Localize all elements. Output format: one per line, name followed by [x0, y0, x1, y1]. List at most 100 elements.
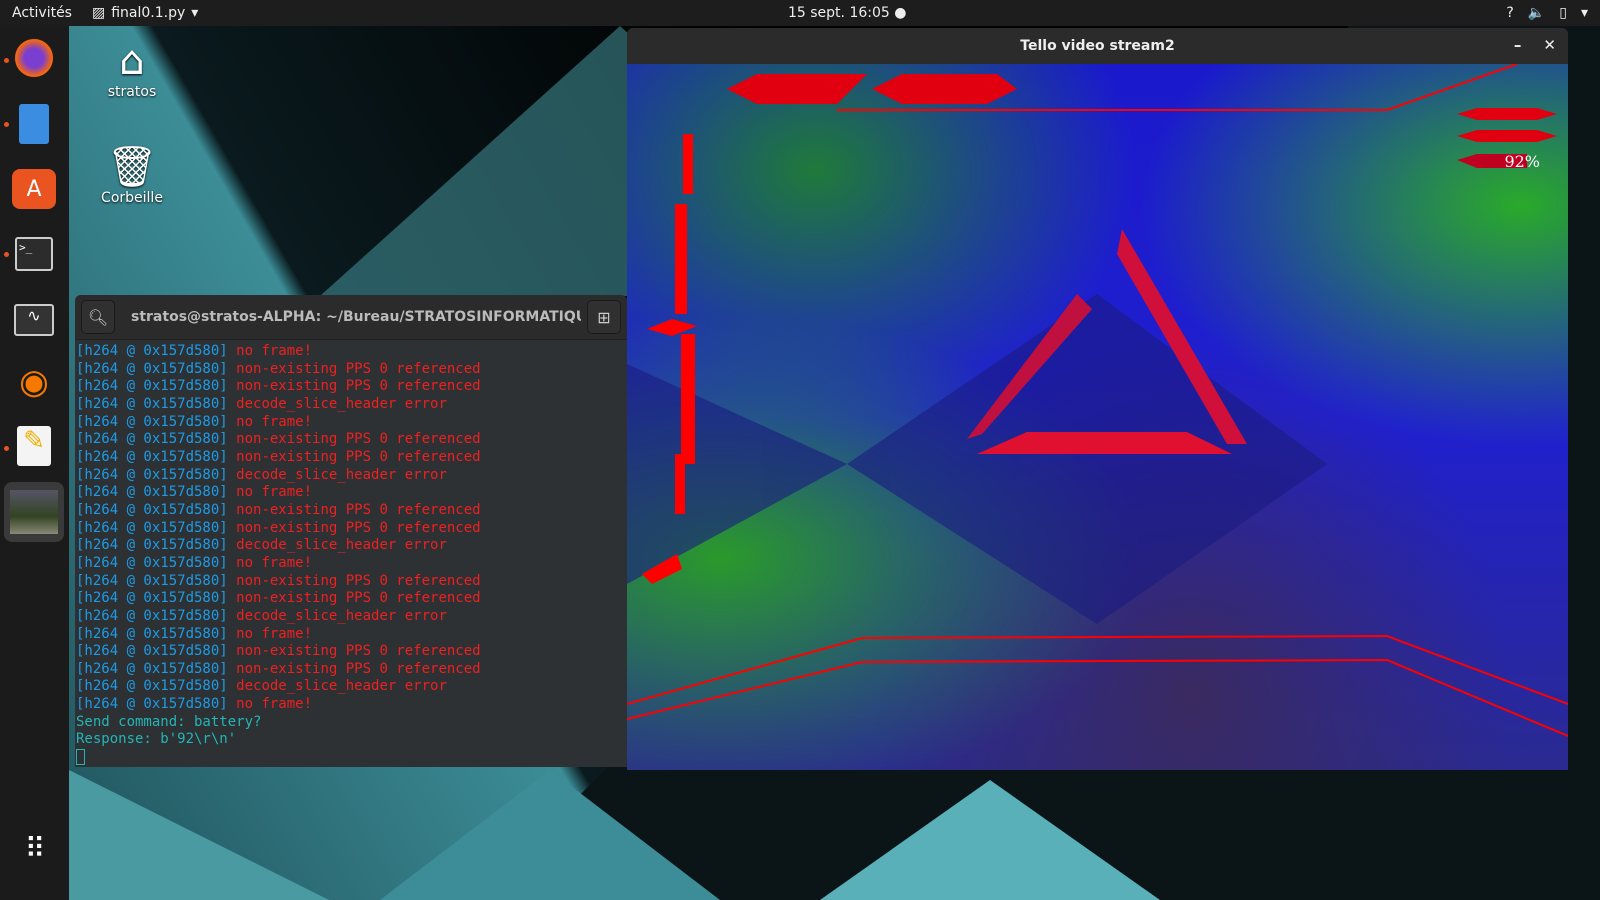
chevron-down-icon: ▾: [191, 5, 199, 21]
log-prefix: [h264 @ 0x157d580]: [76, 590, 228, 607]
hud-left-gauge: [681, 334, 695, 464]
hud-overlay: [627, 64, 1568, 737]
send-command-line: Send command: battery?: [76, 713, 262, 730]
clock[interactable]: 15 sept. 16:05 ●: [788, 5, 906, 21]
terminal-line: [h264 @ 0x157d580] decode_slice_header e…: [76, 537, 626, 555]
log-message: non-existing PPS 0 referenced: [236, 501, 481, 518]
terminal-line: [h264 @ 0x157d580] non-existing PPS 0 re…: [76, 661, 626, 679]
software-center-icon[interactable]: A: [12, 169, 56, 209]
log-prefix: [h264 @ 0x157d580]: [76, 360, 228, 377]
log-prefix: [h264 @ 0x157d580]: [76, 537, 228, 554]
app-menu[interactable]: ▨ final0.1.py ▾: [92, 5, 198, 21]
search-icon: 🔍︎: [87, 307, 109, 327]
log-prefix: [h264 @ 0x157d580]: [76, 431, 228, 448]
log-message: no frame!: [236, 696, 313, 713]
activities-button[interactable]: Activités: [12, 5, 72, 21]
hud-left-gauge: [675, 204, 687, 314]
wifi-icon: ?: [1506, 5, 1514, 21]
shadow-shape: [847, 294, 1327, 624]
new-tab-icon: ⊞: [597, 307, 611, 327]
terminal-line: [h264 @ 0x157d580] no frame!: [76, 626, 626, 644]
log-message: non-existing PPS 0 referenced: [236, 660, 481, 677]
terminal-line: [h264 @ 0x157d580] decode_slice_header e…: [76, 608, 626, 626]
log-message: non-existing PPS 0 referenced: [236, 572, 481, 589]
hud-right-bar: [1457, 130, 1557, 142]
log-prefix: [h264 @ 0x157d580]: [76, 643, 228, 660]
video-window[interactable]: Tello video stream2 – ✕ 92%: [627, 28, 1568, 770]
new-tab-button[interactable]: ⊞: [587, 300, 621, 334]
terminal-icon[interactable]: >_: [15, 237, 53, 271]
tello-video-window-icon[interactable]: [10, 490, 58, 534]
terminal-line: [h264 @ 0x157d580] non-existing PPS 0 re…: [76, 378, 626, 396]
log-message: no frame!: [236, 625, 313, 642]
log-prefix: [h264 @ 0x157d580]: [76, 466, 228, 483]
desktop-icon-home[interactable]: ⌂ stratos: [92, 38, 172, 100]
log-message: no frame!: [236, 413, 313, 430]
log-message: non-existing PPS 0 referenced: [236, 590, 481, 607]
volume-muted-icon: 🔈: [1527, 5, 1546, 21]
search-button[interactable]: 🔍︎: [81, 300, 115, 334]
terminal-line: [h264 @ 0x157d580] non-existing PPS 0 re…: [76, 573, 626, 591]
terminal-window[interactable]: 🔍︎ stratos@stratos-ALPHA: ~/Bureau/STRAT…: [75, 295, 627, 767]
desktop-icon-label: Corbeille: [101, 190, 163, 206]
terminal-line: [h264 @ 0x157d580] non-existing PPS 0 re…: [76, 502, 626, 520]
desktop-icon-trash[interactable]: 🗑 Corbeille: [92, 144, 172, 206]
terminal-line: [h264 @ 0x157d580] non-existing PPS 0 re…: [76, 361, 626, 379]
log-message: decode_slice_header error: [236, 395, 447, 412]
log-message: decode_slice_header error: [236, 537, 447, 554]
video-frame: 92%: [627, 64, 1568, 770]
log-prefix: [h264 @ 0x157d580]: [76, 607, 228, 624]
text-editor-icon[interactable]: ✎: [17, 426, 51, 466]
terminal-line: [h264 @ 0x157d580] no frame!: [76, 343, 626, 361]
log-prefix: [h264 @ 0x157d580]: [76, 448, 228, 465]
terminal-line: [h264 @ 0x157d580] non-existing PPS 0 re…: [76, 520, 626, 538]
terminal-line: [h264 @ 0x157d580] no frame!: [76, 414, 626, 432]
log-message: no frame!: [236, 554, 313, 571]
dock: A >_ ∿ ◉ ✎ ⠿: [0, 26, 69, 900]
terminal-cursor: [76, 749, 85, 766]
log-prefix: [h264 @ 0x157d580]: [76, 395, 228, 412]
log-prefix: [h264 @ 0x157d580]: [76, 501, 228, 518]
terminal-line: [h264 @ 0x157d580] no frame!: [76, 555, 626, 573]
hud-top-bar: [872, 74, 1017, 104]
hud-left-marker: [647, 319, 697, 336]
log-prefix: [h264 @ 0x157d580]: [76, 625, 228, 642]
log-message: non-existing PPS 0 referenced: [236, 360, 481, 377]
system-tray[interactable]: ? 🔈 ▯ ▾: [1506, 5, 1588, 21]
log-message: non-existing PPS 0 referenced: [236, 431, 481, 448]
terminal-header: 🔍︎ stratos@stratos-ALPHA: ~/Bureau/STRAT…: [75, 295, 627, 340]
video-window-titlebar: Tello video stream2 – ✕: [627, 28, 1568, 64]
shadow-shape: [627, 364, 847, 584]
log-message: no frame!: [236, 484, 313, 501]
firefox-icon[interactable]: [12, 36, 56, 80]
minimize-button[interactable]: –: [1514, 36, 1522, 54]
wallpaper-shape: [380, 770, 720, 900]
terminal-title: stratos@stratos-ALPHA: ~/Bureau/STRATOSI…: [131, 309, 581, 325]
files-icon[interactable]: [19, 104, 49, 144]
blender-icon[interactable]: ◉: [12, 360, 56, 404]
battery-icon: ▯: [1559, 5, 1567, 21]
log-message: non-existing PPS 0 referenced: [236, 519, 481, 536]
hud-bottom-line: [627, 634, 1568, 705]
log-message: non-existing PPS 0 referenced: [236, 643, 481, 660]
close-button[interactable]: ✕: [1543, 36, 1556, 54]
show-applications-icon[interactable]: ⠿: [12, 826, 56, 870]
terminal-output[interactable]: [h264 @ 0x157d580] no frame! [h264 @ 0x15…: [75, 340, 627, 767]
chevron-down-icon: ▾: [1580, 5, 1588, 21]
home-icon: ⌂: [119, 38, 145, 84]
log-message: non-existing PPS 0 referenced: [236, 448, 481, 465]
system-monitor-icon[interactable]: ∿: [14, 304, 54, 336]
response-line: Response: b'92\r\n': [76, 731, 237, 748]
log-message: decode_slice_header error: [236, 678, 447, 695]
log-prefix: [h264 @ 0x157d580]: [76, 572, 228, 589]
wallpaper-shape: [820, 780, 1160, 900]
app-icon: ▨: [92, 5, 106, 21]
terminal-line: [h264 @ 0x157d580] decode_slice_header e…: [76, 467, 626, 485]
terminal-line: [h264 @ 0x157d580] no frame!: [76, 696, 626, 714]
hud-left-gauge: [683, 134, 693, 194]
log-prefix: [h264 @ 0x157d580]: [76, 678, 228, 695]
terminal-line: [h264 @ 0x157d580] non-existing PPS 0 re…: [76, 449, 626, 467]
terminal-line: [h264 @ 0x157d580] non-existing PPS 0 re…: [76, 431, 626, 449]
wallpaper-shape: [69, 770, 329, 900]
log-prefix: [h264 @ 0x157d580]: [76, 660, 228, 677]
